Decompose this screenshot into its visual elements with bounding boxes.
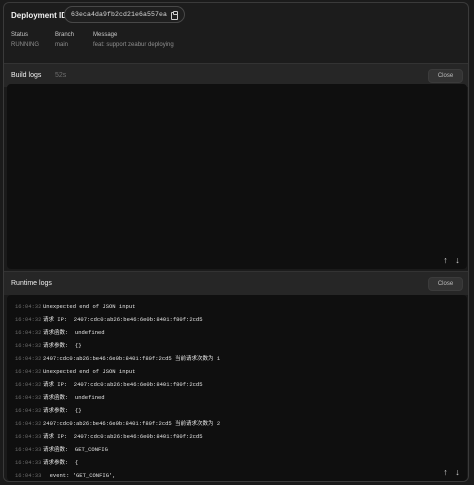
build-logs-scroll-controls: ↑ ↓ — [441, 255, 462, 265]
log-timestamp: 16:04:32 — [15, 381, 42, 388]
build-logs-output[interactable]: ↑ ↓ — [7, 84, 467, 269]
branch-value: main — [55, 42, 69, 48]
log-line: 16:04:32 Unexpected end of JSON input — [15, 300, 447, 313]
log-line: 16:04:32 请求 IP: 2407:cdc0:ab26:be46:6e0b:… — [15, 313, 447, 326]
runtime-log-list: 16:04:32 Unexpected end of JSON input 16:0… — [15, 300, 447, 481]
build-logs-close-button[interactable]: Close — [428, 69, 463, 83]
runtime-logs-output[interactable]: 16:04:32 Unexpected end of JSON input 16:0… — [7, 295, 467, 481]
scroll-down-icon[interactable]: ↓ — [453, 467, 462, 477]
log-timestamp: 16:04:32 — [15, 342, 42, 349]
log-message: 2407:cdc0:ab26:be46:6e0b:8401:f80f:2cd5 … — [43, 355, 221, 362]
scroll-up-icon[interactable]: ↑ — [441, 467, 450, 477]
log-timestamp: 16:04:32 — [15, 355, 42, 362]
log-message: 请求 IP: 2407:cdc0:ab26:be46:6e0b:8401:f80… — [43, 433, 203, 440]
log-line: 16:04:32 Unexpected end of JSON input — [15, 365, 447, 378]
log-timestamp: 16:04:33 — [15, 472, 42, 479]
log-message: Unexpected end of JSON input — [43, 303, 136, 310]
log-message: event: 'GET_CONFIG', — [43, 472, 116, 479]
log-line: 16:04:33 请求 IP: 2407:cdc0:ab26:be46:6e0b:… — [15, 430, 447, 443]
message-field: Message feat: support zeabur deploying — [93, 32, 174, 48]
deployment-window: Deployment ID: 63eca4da9fb2cd21e6a557ea … — [3, 2, 469, 482]
runtime-logs-bar: Runtime logs Close — [4, 271, 468, 295]
log-timestamp: 16:04:32 — [15, 316, 42, 323]
copy-icon[interactable] — [171, 10, 179, 20]
build-logs-duration: 52s — [55, 72, 67, 79]
log-message: 2407:cdc0:ab26:be46:6e0b:8401:f80f:2cd5 … — [43, 420, 221, 427]
log-timestamp: 16:04:32 — [15, 368, 42, 375]
log-line: 16:04:32 请求函数: undefined — [15, 391, 447, 404]
runtime-logs-panel: Runtime logs Close 16:04:32 Unexpected en… — [4, 271, 468, 481]
log-timestamp: 16:04:33 — [15, 459, 42, 466]
deployment-id-value: 63eca4da9fb2cd21e6a557ea — [71, 11, 168, 18]
log-message: 请求 IP: 2407:cdc0:ab26:be46:6e0b:8401:f80… — [43, 316, 203, 323]
branch-label: Branch — [55, 32, 75, 38]
deployment-header: Deployment ID: 63eca4da9fb2cd21e6a557ea … — [4, 3, 468, 63]
runtime-logs-close-button[interactable]: Close — [428, 277, 463, 291]
log-line: 16:04:32 2407:cdc0:ab26:be46:6e0b:8401:f8… — [15, 417, 447, 430]
log-timestamp: 16:04:32 — [15, 329, 42, 336]
log-timestamp: 16:04:32 — [15, 394, 42, 401]
log-line: 16:04:32 请求参数: {} — [15, 404, 447, 417]
log-message: 请求函数: GET_CONFIG — [43, 446, 108, 453]
deployment-id-label: Deployment ID: — [11, 11, 70, 20]
log-message: 请求参数: { — [43, 459, 79, 466]
log-line: 16:04:32 请求 IP: 2407:cdc0:ab26:be46:6e0b:… — [15, 378, 447, 391]
status-label: Status — [11, 32, 29, 38]
log-timestamp: 16:04:33 — [15, 446, 42, 453]
log-message: Unexpected end of JSON input — [43, 368, 136, 375]
log-message: 请求参数: {} — [43, 342, 82, 349]
log-timestamp: 16:04:32 — [15, 420, 42, 427]
branch-field: Branch main — [55, 32, 74, 48]
status-field: Status RUNNING — [11, 32, 39, 48]
scroll-down-icon[interactable]: ↓ — [453, 255, 462, 265]
deployment-id-pill[interactable]: 63eca4da9fb2cd21e6a557ea — [64, 6, 186, 23]
scroll-up-icon[interactable]: ↑ — [441, 255, 450, 265]
runtime-logs-title: Runtime logs — [11, 280, 52, 287]
log-message: 请求函数: undefined — [43, 394, 105, 401]
log-message: 请求 IP: 2407:cdc0:ab26:be46:6e0b:8401:f80… — [43, 381, 203, 388]
log-message: 请求函数: undefined — [43, 329, 105, 336]
message-label: Message — [93, 32, 118, 38]
log-timestamp: 16:04:32 — [15, 407, 42, 414]
build-logs-panel: Build logs 52s Close ↑ ↓ — [4, 63, 468, 270]
log-line: 16:04:33 event: 'GET_CONFIG', — [15, 469, 447, 481]
build-logs-title: Build logs — [11, 72, 42, 79]
log-timestamp: 16:04:33 — [15, 433, 42, 440]
log-message: 请求参数: {} — [43, 407, 82, 414]
log-line: 16:04:32 请求函数: undefined — [15, 326, 447, 339]
message-value: feat: support zeabur deploying — [93, 42, 174, 48]
log-line: 16:04:32 2407:cdc0:ab26:be46:6e0b:8401:f8… — [15, 352, 447, 365]
runtime-logs-scroll-controls: ↑ ↓ — [441, 467, 462, 477]
log-line: 16:04:33 请求参数: { — [15, 456, 447, 469]
status-value: RUNNING — [11, 42, 39, 48]
log-line: 16:04:33 请求函数: GET_CONFIG — [15, 443, 447, 456]
log-line: 16:04:32 请求参数: {} — [15, 339, 447, 352]
log-timestamp: 16:04:32 — [15, 303, 42, 310]
